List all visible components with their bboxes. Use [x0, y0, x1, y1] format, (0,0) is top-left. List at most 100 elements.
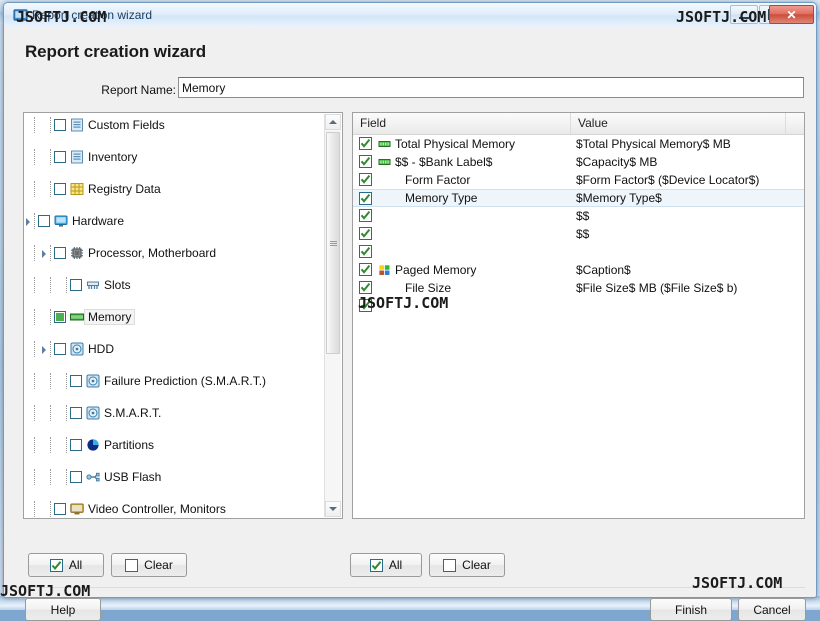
tree-guide-line — [34, 149, 35, 165]
tree-item-custom-fields[interactable]: Custom Fields — [24, 117, 326, 133]
tree-item-label: Registry Data — [88, 182, 161, 196]
tree-item-registry-data[interactable]: Registry Data — [24, 181, 326, 197]
column-header-field[interactable]: Field — [353, 113, 571, 134]
dialog-titlebar[interactable]: Report creation wizard ✕ — [4, 3, 816, 27]
field-value-cell: $Memory Type$ — [576, 191, 662, 205]
tree-item-failure-prediction-s-m-a-r-t[interactable]: Failure Prediction (S.M.A.R.T.) — [24, 373, 326, 389]
tree-expander-triangle-icon[interactable] — [40, 345, 49, 354]
tree-guide-line — [34, 117, 35, 133]
tree-checkbox-unchecked[interactable] — [70, 279, 82, 291]
tree-item-slots[interactable]: Slots — [24, 277, 326, 293]
tree-expander-triangle-icon[interactable] — [24, 217, 33, 226]
chevron-down-icon — [329, 507, 337, 511]
tree-checkbox-unchecked[interactable] — [70, 407, 82, 419]
checkbox-empty-icon — [443, 558, 457, 572]
scrollbar-thumb[interactable] — [326, 132, 340, 354]
table-row[interactable] — [353, 297, 804, 315]
tree-checkbox-unchecked[interactable] — [54, 343, 66, 355]
usb-icon — [86, 472, 100, 482]
row-checkbox-checked[interactable] — [359, 137, 372, 150]
tree-guide-line — [50, 469, 51, 485]
tree-checkbox-unchecked[interactable] — [70, 375, 82, 387]
cpu-chip-icon — [71, 247, 83, 259]
table-row[interactable]: $$ — [353, 225, 804, 243]
scroll-down-button[interactable] — [325, 501, 341, 517]
row-checkbox-checked[interactable] — [359, 192, 372, 205]
field-value-cell: $Capacity$ MB — [576, 155, 658, 169]
tree-guide-line — [50, 309, 51, 325]
row-checkbox-checked[interactable] — [359, 155, 372, 168]
select-all-fields-label: All — [388, 558, 403, 572]
tree-item-hardware[interactable]: Hardware — [24, 213, 326, 229]
column-header-value[interactable]: Value — [571, 113, 786, 134]
table-row[interactable]: $$ — [353, 207, 804, 225]
tree-checkbox-unchecked[interactable] — [54, 503, 66, 515]
tree-item-hdd[interactable]: HDD — [24, 341, 326, 357]
table-row[interactable]: $$ - $Bank Label$ $Capacity$ MB — [353, 153, 804, 171]
data-groups-tree[interactable]: Custom Fields Inventory Registry Data Hardw… — [23, 112, 343, 519]
tree-checkbox-checked[interactable] — [54, 311, 66, 323]
disk-icon — [70, 342, 84, 356]
row-checkbox-checked[interactable] — [359, 263, 372, 276]
row-checkbox-checked[interactable] — [359, 209, 372, 222]
tree-item-video-controller-monitors[interactable]: Video Controller, Monitors — [24, 501, 326, 517]
tree-item-inventory[interactable]: Inventory — [24, 149, 326, 165]
clear-all-groups-button[interactable]: Clear — [111, 553, 187, 577]
column-header-extra[interactable] — [786, 113, 804, 134]
tree-item-usb-flash[interactable]: USB Flash — [24, 469, 326, 485]
tree-scrollbar[interactable] — [324, 114, 341, 517]
tree-item-processor-motherboard[interactable]: Processor, Motherboard — [24, 245, 326, 261]
page-title: Report creation wizard — [25, 42, 207, 61]
select-all-groups-button[interactable]: All — [28, 553, 104, 577]
table-row[interactable]: Memory Type $Memory Type$ — [353, 189, 804, 207]
tree-checkbox-unchecked[interactable] — [54, 119, 66, 131]
tree-guide-line — [66, 469, 67, 485]
memory-stick-icon — [378, 159, 391, 165]
tree-checkbox-unchecked[interactable] — [54, 247, 66, 259]
clear-all-fields-button[interactable]: Clear — [429, 553, 505, 577]
row-checkbox-checked[interactable] — [359, 173, 372, 186]
scroll-up-button[interactable] — [325, 114, 341, 130]
field-value-table[interactable]: Field Value Total Physical Memory $Total … — [352, 112, 805, 519]
close-button[interactable]: ✕ — [769, 5, 814, 24]
table-row[interactable] — [353, 243, 804, 261]
field-name-cell: Memory Type — [405, 191, 478, 205]
tree-guide-line — [50, 501, 51, 517]
tree-checkbox-unchecked[interactable] — [38, 215, 50, 227]
tree-item-label: USB Flash — [104, 470, 162, 484]
row-checkbox-checked[interactable] — [359, 281, 372, 294]
report-name-input[interactable] — [178, 77, 804, 98]
app-icon[interactable] — [13, 8, 28, 23]
row-checkbox-checked[interactable] — [359, 227, 372, 240]
field-value-cell: $Form Factor$ ($Device Locator$) — [576, 173, 760, 187]
tree-checkbox-unchecked[interactable] — [70, 471, 82, 483]
tree-item-label: Partitions — [104, 438, 155, 452]
table-row[interactable]: Form Factor $Form Factor$ ($Device Locato… — [353, 171, 804, 189]
tree-item-container: Custom Fields Inventory Registry Data Hardw… — [24, 115, 326, 517]
tree-item-s-m-a-r-t[interactable]: S.M.A.R.T. — [24, 405, 326, 421]
list-document-icon — [71, 150, 83, 164]
tree-item-partitions[interactable]: Partitions — [24, 437, 326, 453]
tree-guide-line — [50, 373, 51, 389]
select-all-fields-button[interactable]: All — [350, 553, 422, 577]
tree-guide-line — [34, 245, 35, 261]
tree-checkbox-unchecked[interactable] — [54, 183, 66, 195]
tree-checkbox-unchecked[interactable] — [54, 151, 66, 163]
tree-item-label: Custom Fields — [88, 118, 165, 132]
table-row[interactable]: Total Physical Memory $Total Physical Mem… — [353, 135, 804, 153]
tree-guide-line — [34, 437, 35, 453]
minimize-button[interactable] — [730, 5, 758, 24]
display-icon — [70, 503, 84, 515]
row-checkbox-checked[interactable] — [359, 299, 372, 312]
slot-icon — [87, 281, 99, 289]
tree-item-memory[interactable]: Memory — [24, 309, 326, 325]
footer-divider — [15, 587, 805, 588]
checkbox-empty-icon — [125, 558, 139, 572]
tree-guide-line — [34, 469, 35, 485]
table-row[interactable]: File Size $File Size$ MB ($File Size$ b) — [353, 279, 804, 297]
checkbox-checked-icon — [369, 558, 383, 572]
tree-expander-triangle-icon[interactable] — [40, 249, 49, 258]
tree-checkbox-unchecked[interactable] — [70, 439, 82, 451]
row-checkbox-checked[interactable] — [359, 245, 372, 258]
table-row[interactable]: Paged Memory $Caption$ — [353, 261, 804, 279]
